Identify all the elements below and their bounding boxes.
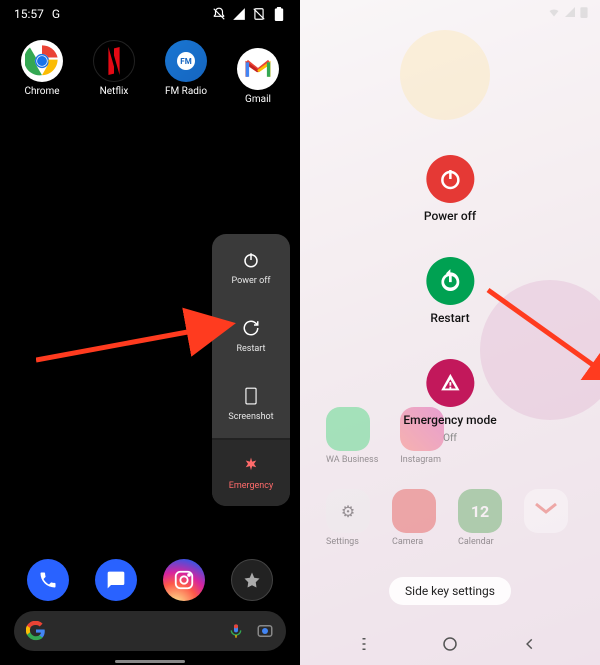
bg-app-camera: Camera (392, 489, 436, 547)
emergency-label: Emergency (229, 481, 274, 491)
restart-button[interactable]: Restart (426, 257, 474, 325)
recents-button[interactable] (359, 633, 381, 655)
app-chrome[interactable]: Chrome (8, 40, 76, 105)
fmradio-icon: FM (165, 40, 207, 82)
emergency-label: Emergency mode (403, 413, 496, 427)
restart-label: Restart (430, 311, 469, 325)
status-bar: 15:57 G (0, 0, 300, 28)
dnd-icon (212, 7, 226, 21)
app-gmail[interactable]: Gmail (224, 48, 292, 105)
screenshot-icon (241, 386, 261, 406)
screenshot-button[interactable]: Screenshot (212, 370, 290, 438)
power-off-label: Power off (232, 276, 271, 286)
restart-icon (241, 318, 261, 338)
instagram-app[interactable] (163, 559, 205, 601)
chrome-icon (21, 40, 63, 82)
bg-app-wa: WA Business (326, 407, 378, 465)
bg-app-settings: ⚙Settings (326, 489, 370, 547)
gmail-icon (237, 48, 279, 90)
battery-icon (272, 7, 286, 21)
power-icon (241, 250, 261, 270)
lens-icon[interactable] (256, 622, 274, 640)
emergency-icon (241, 455, 261, 475)
app-label: Netflix (100, 86, 129, 97)
messages-app[interactable] (95, 559, 137, 601)
restart-button[interactable]: Restart (212, 302, 290, 370)
nav-bar (300, 633, 600, 655)
emergency-icon (426, 359, 474, 407)
dock (0, 559, 300, 601)
app-label: FM Radio (165, 86, 207, 97)
samsung-power-menu: Power off Restart Emergency mode Off (403, 155, 496, 444)
signal-icon (232, 7, 246, 21)
power-off-button[interactable]: Power off (212, 234, 290, 302)
bg-app-gmail (524, 489, 568, 547)
restart-label: Restart (236, 344, 265, 354)
power-off-label: Power off (424, 209, 476, 223)
bg-app-calendar: 12Calendar (458, 489, 502, 547)
home-button[interactable] (439, 633, 461, 655)
status-time: 15:57 (14, 7, 44, 21)
app-label: Chrome (24, 86, 59, 97)
status-indicator: G (52, 7, 60, 21)
mic-icon[interactable] (228, 622, 244, 640)
app-fmradio[interactable]: FM FM Radio (152, 40, 220, 105)
emergency-sub: Off (443, 433, 457, 444)
assistant-app[interactable] (231, 559, 273, 601)
app-label: Gmail (245, 94, 271, 105)
power-off-button[interactable]: Power off (424, 155, 476, 223)
app-netflix[interactable]: Netflix (80, 40, 148, 105)
emergency-button[interactable]: Emergency mode Off (403, 359, 496, 444)
power-icon (426, 155, 474, 203)
phone-app[interactable] (27, 559, 69, 601)
emergency-button[interactable]: Emergency (212, 438, 290, 506)
power-menu: Power off Restart Screenshot Emergency (212, 234, 290, 506)
side-key-settings-button[interactable]: Side key settings (389, 577, 511, 605)
google-g-icon (26, 621, 46, 641)
restart-icon (426, 257, 474, 305)
back-button[interactable] (519, 633, 541, 655)
netflix-icon (93, 40, 135, 82)
no-sim-icon (252, 7, 266, 21)
search-bar[interactable] (14, 611, 286, 651)
screenshot-label: Screenshot (228, 412, 273, 422)
gesture-bar[interactable] (115, 660, 185, 663)
